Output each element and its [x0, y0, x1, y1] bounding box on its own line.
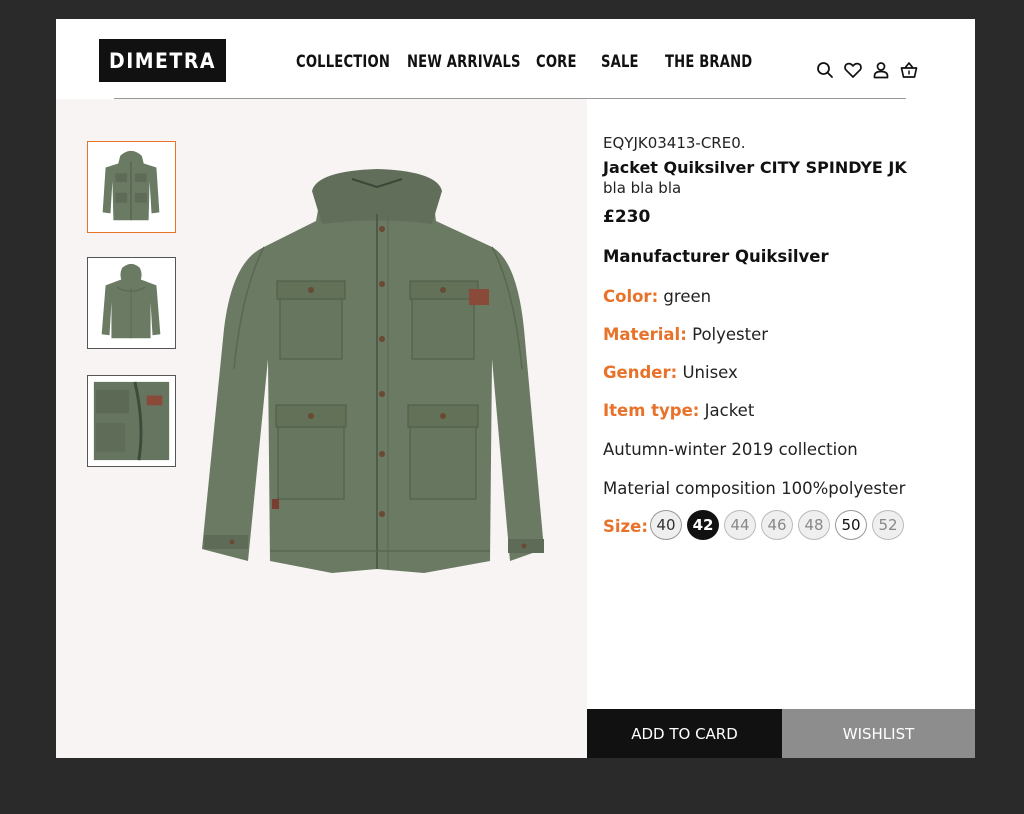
size-option-46[interactable]: 46: [761, 510, 793, 540]
attr-material-value: Polyester: [692, 325, 769, 344]
product-gallery: [56, 99, 587, 758]
add-to-cart-button[interactable]: ADD TO CARD: [587, 709, 782, 758]
attr-item-type: Item type: Jacket: [603, 401, 754, 420]
attr-item-type-value: Jacket: [704, 401, 755, 420]
attr-gender-key: Gender:: [603, 363, 678, 382]
wishlist-label: WISHLIST: [842, 724, 915, 743]
size-option-42[interactable]: 42: [687, 510, 719, 540]
add-to-cart-label: ADD TO CARD: [631, 724, 738, 743]
attr-material-key: Material:: [603, 325, 687, 344]
heart-icon[interactable]: [843, 60, 863, 80]
nav-item-new-arrivals[interactable]: NEW ARRIVALS: [407, 52, 521, 72]
brand-logo[interactable]: DIMETRA: [99, 39, 226, 82]
size-selector: 40 42 44 46 48 50 52: [650, 510, 904, 540]
product-page: DIMETRA COLLECTION NEW ARRIVALS CORE SAL…: [56, 19, 975, 758]
product-composition: Material composition 100%polyester: [603, 479, 906, 498]
thumbnail-front[interactable]: [87, 141, 176, 233]
attr-color-key: Color:: [603, 287, 659, 306]
size-option-40[interactable]: 40: [650, 510, 682, 540]
product-price: £230: [603, 207, 651, 227]
size-option-44[interactable]: 44: [724, 510, 756, 540]
attr-item-type-key: Item type:: [603, 401, 700, 420]
nav-item-sale[interactable]: SALE: [601, 52, 639, 72]
size-option-50[interactable]: 50: [835, 510, 867, 540]
nav-item-collection[interactable]: COLLECTION: [296, 52, 390, 72]
attr-gender: Gender: Unisex: [603, 363, 738, 382]
search-icon[interactable]: [815, 60, 835, 80]
user-icon[interactable]: [871, 60, 891, 80]
basket-icon[interactable]: [899, 60, 919, 80]
product-main-image: [192, 169, 562, 579]
product-manufacturer: Manufacturer Quiksilver: [603, 247, 829, 266]
attr-material: Material: Polyester: [603, 325, 768, 344]
brand-logo-text: DIMETRA: [109, 48, 216, 73]
product-collection: Autumn-winter 2019 collection: [603, 440, 858, 459]
thumbnail-detail[interactable]: [87, 375, 176, 467]
attr-color: Color: green: [603, 287, 711, 306]
size-option-52[interactable]: 52: [872, 510, 904, 540]
size-label: Size:: [603, 517, 648, 536]
product-title: Jacket Quiksilver CITY SPINDYE JK: [603, 158, 907, 177]
nav-item-the-brand[interactable]: THE BRAND: [665, 52, 752, 72]
nav-item-core[interactable]: CORE: [536, 52, 577, 72]
header-icons: [815, 60, 919, 80]
attr-color-value: green: [663, 287, 712, 306]
size-option-48[interactable]: 48: [798, 510, 830, 540]
product-subtitle: bla bla bla: [603, 179, 682, 197]
attr-gender-value: Unisex: [682, 363, 738, 382]
product-sku: EQYJK03413-CRE0.: [603, 134, 746, 152]
thumbnail-back[interactable]: [87, 257, 176, 349]
wishlist-button[interactable]: WISHLIST: [782, 709, 975, 758]
